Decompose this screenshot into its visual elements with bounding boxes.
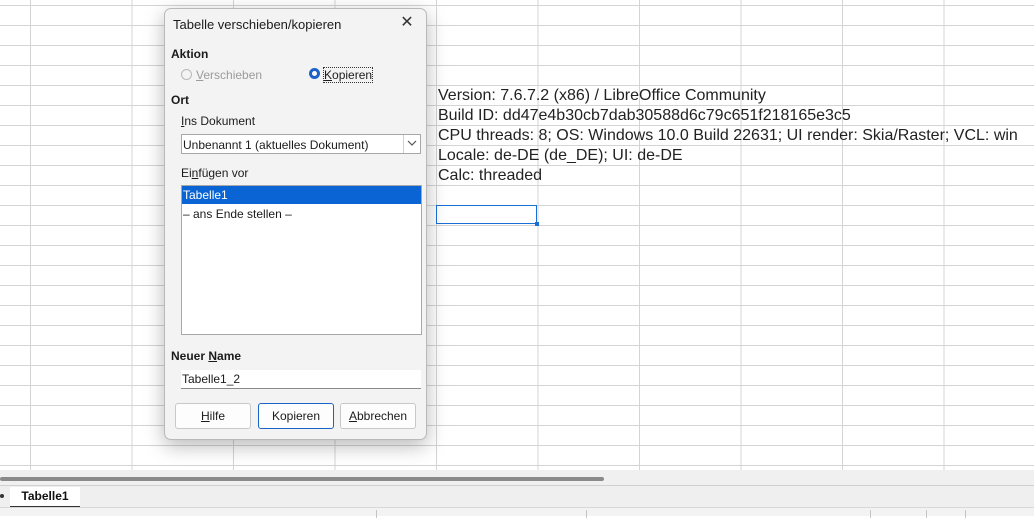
new-name-field[interactable]: Tabelle1_2 — [181, 370, 421, 389]
new-name-value: Tabelle1_2 — [182, 372, 241, 386]
cell-version[interactable]: Version: 7.6.7.2 (x86) / LibreOffice Com… — [438, 86, 766, 106]
radio-copy-label[interactable]: Kopieren — [322, 67, 374, 83]
to-document-value: Unbenannt 1 (aktuelles Dokument) — [183, 138, 369, 152]
chevron-down-icon[interactable] — [403, 135, 420, 153]
to-document-dropdown[interactable]: Unbenannt 1 (aktuelles Dokument) — [181, 134, 421, 154]
status-separator — [586, 510, 587, 518]
horizontal-scrollbar-thumb[interactable] — [0, 477, 604, 481]
new-name-label: Neuer Name — [171, 349, 242, 363]
cancel-button[interactable]: Abbrechen — [340, 403, 416, 429]
cell-build-id[interactable]: Build ID: dd47e4b30cb7dab30588d6c79c651f… — [438, 106, 851, 126]
insert-before-label: Einfügen vor — [181, 166, 249, 180]
move-copy-sheet-dialog: Tabelle verschieben/kopieren ✕ Aktion Ve… — [164, 8, 427, 440]
close-icon[interactable]: ✕ — [398, 14, 416, 32]
radio-move-label-rest: erschieben — [203, 68, 263, 82]
dialog-title: Tabelle verschieben/kopieren — [173, 17, 342, 32]
location-heading: Ort — [171, 93, 189, 107]
active-cell-cursor[interactable] — [436, 205, 539, 226]
radio-move-label: Verschieben — [196, 68, 263, 82]
action-heading: Aktion — [171, 47, 209, 61]
cell-cpu-threads[interactable]: CPU threads: 8; OS: Windows 10.0 Build 2… — [438, 126, 1018, 146]
list-item[interactable]: – ans Ende stellen – — [182, 205, 421, 223]
spreadsheet-grid[interactable] — [0, 0, 1034, 470]
radio-move[interactable] — [181, 69, 192, 80]
tab-scroll-dot[interactable] — [0, 494, 4, 498]
list-item[interactable]: Tabelle1 — [182, 186, 421, 204]
copy-button[interactable]: Kopieren — [258, 403, 334, 429]
cell-locale[interactable]: Locale: de-DE (de_DE); UI: de-DE — [438, 146, 683, 166]
status-separator — [376, 510, 377, 518]
sheet-tab-tabelle1[interactable]: Tabelle1 — [10, 487, 80, 508]
radio-copy[interactable] — [309, 68, 320, 79]
sheet-tab-bar: Tabelle1 — [0, 485, 1034, 508]
to-document-label: Ins Dokument — [181, 114, 256, 128]
help-button[interactable]: Hilfe — [175, 403, 251, 429]
insert-before-list[interactable]: Tabelle1 – ans Ende stellen – — [181, 185, 422, 335]
status-separator — [870, 510, 871, 518]
cell-calc[interactable]: Calc: threaded — [438, 166, 542, 186]
status-separator — [926, 510, 927, 518]
radio-copy-label-rest: opieren — [332, 68, 373, 82]
status-separator — [965, 510, 966, 518]
